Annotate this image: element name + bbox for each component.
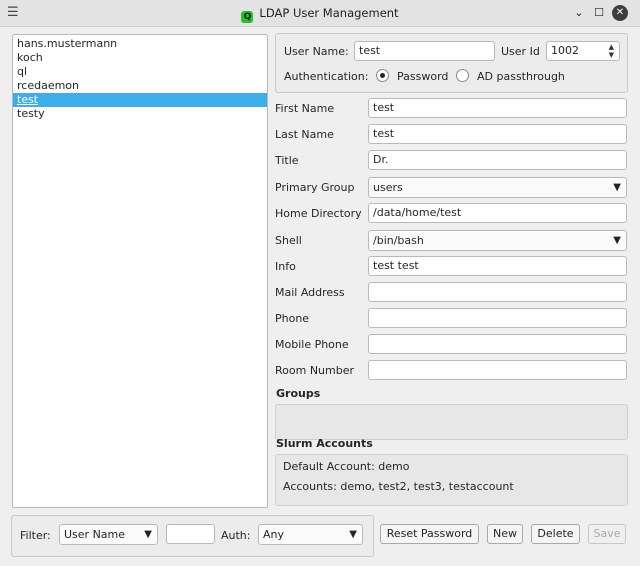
save-button[interactable]: Save [588, 524, 626, 544]
list-item[interactable]: testy [13, 107, 267, 121]
reset-password-button[interactable]: Reset Password [380, 524, 479, 544]
username-field[interactable]: test [354, 41, 495, 61]
spin-arrows-icon[interactable]: ▲ ▼ [609, 43, 614, 59]
mail-address-field[interactable] [368, 282, 627, 302]
title-field[interactable]: Dr. [368, 150, 627, 170]
info-label: Info [275, 260, 296, 273]
title-bar: ☰ Q LDAP User Management ⌄ ☐ ✕ [0, 0, 640, 27]
userid-spinbox[interactable]: 1002 ▲ ▼ [546, 41, 620, 61]
userid-label: User Id [501, 45, 540, 58]
list-item[interactable]: koch [13, 51, 267, 65]
chevron-down-icon: ▼ [349, 529, 357, 540]
first-name-field[interactable]: test [368, 98, 627, 118]
slurm-accounts-box: Default Account: demo Accounts: demo, te… [275, 454, 628, 506]
app-logo-icon: Q [241, 11, 254, 23]
username-label: User Name: [284, 45, 349, 58]
user-list[interactable]: hans.mustermann koch ql rcedaemon test t… [12, 34, 268, 508]
info-field[interactable]: test test [368, 256, 627, 276]
ad-passthrough-radio[interactable] [456, 69, 469, 82]
password-radio-label[interactable]: Password [397, 70, 448, 83]
list-item[interactable]: rcedaemon [13, 79, 267, 93]
room-number-field[interactable] [368, 360, 627, 380]
password-radio[interactable] [376, 69, 389, 82]
ad-passthrough-label[interactable]: AD passthrough [477, 70, 565, 83]
primary-group-value: users [373, 181, 403, 194]
filter-field-select[interactable]: User Name ▼ [59, 524, 158, 545]
list-item[interactable]: hans.mustermann [13, 37, 267, 51]
filter-box: Filter: User Name ▼ Auth: Any ▼ [11, 515, 374, 557]
filter-field-value: User Name [64, 528, 126, 541]
slurm-accounts-title: Slurm Accounts [276, 437, 373, 450]
home-directory-label: Home Directory [275, 207, 362, 220]
room-number-label: Room Number [275, 364, 355, 377]
filter-input[interactable] [166, 524, 215, 544]
auth-filter-value: Any [263, 528, 285, 541]
maximize-button[interactable]: ☐ [591, 5, 607, 21]
last-name-label: Last Name [275, 128, 334, 141]
window-title: LDAP User Management [259, 6, 399, 20]
mobile-phone-field[interactable] [368, 334, 627, 354]
shell-select[interactable]: /bin/bash ▼ [368, 230, 627, 251]
title-label: Title [275, 154, 299, 167]
filter-label: Filter: [20, 529, 51, 542]
shell-value: /bin/bash [373, 234, 424, 247]
account-box: User Name: test User Id 1002 ▲ ▼ Authenti… [275, 33, 628, 93]
chevron-down-icon: ▼ [613, 182, 621, 193]
home-directory-field[interactable]: /data/home/test [368, 203, 627, 223]
auth-filter-select[interactable]: Any ▼ [258, 524, 363, 545]
primary-group-select[interactable]: users ▼ [368, 177, 627, 198]
list-item-selected[interactable]: test [13, 93, 267, 107]
primary-group-label: Primary Group [275, 181, 355, 194]
chevron-down-icon: ▼ [144, 529, 152, 540]
default-account-text: Default Account: demo [283, 460, 410, 473]
last-name-field[interactable]: test [368, 124, 627, 144]
groups-list[interactable] [275, 404, 628, 440]
first-name-label: First Name [275, 102, 335, 115]
delete-button[interactable]: Delete [531, 524, 580, 544]
mobile-phone-label: Mobile Phone [275, 338, 349, 351]
new-button[interactable]: New [487, 524, 523, 544]
auth-filter-label: Auth: [221, 529, 251, 542]
groups-title: Groups [276, 387, 321, 400]
userid-value: 1002 [551, 44, 579, 57]
accounts-text: Accounts: demo, test2, test3, testaccoun… [283, 480, 514, 493]
shell-label: Shell [275, 234, 302, 247]
auth-label: Authentication: [284, 70, 369, 83]
chevron-down-icon: ▼ [613, 235, 621, 246]
mail-address-label: Mail Address [275, 286, 345, 299]
close-button[interactable]: ✕ [612, 5, 628, 21]
list-item[interactable]: ql [13, 65, 267, 79]
minimize-button[interactable]: ⌄ [571, 5, 587, 21]
phone-field[interactable] [368, 308, 627, 328]
phone-label: Phone [275, 312, 310, 325]
